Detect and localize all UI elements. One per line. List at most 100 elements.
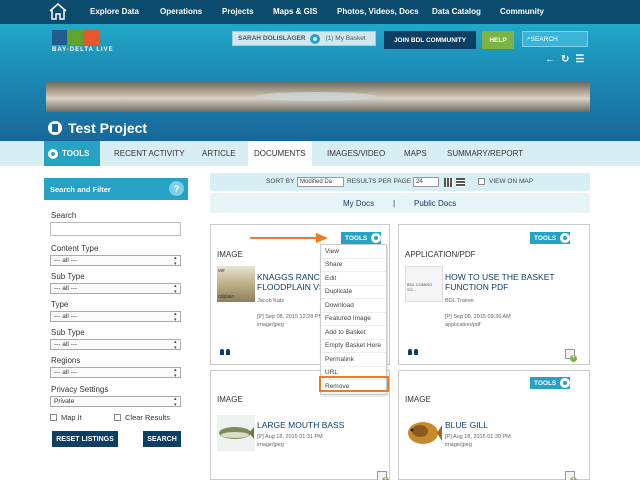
menu-item-edit[interactable]: Edit: [321, 272, 386, 286]
tab-documents[interactable]: DOCUMENTS: [248, 141, 312, 166]
tools-label: TOOLS: [345, 234, 368, 242]
content-type-select[interactable]: --- all ---: [50, 255, 181, 267]
gear-icon: [560, 233, 570, 243]
nav-photos-videos-docs[interactable]: Photos, Videos, Docs: [337, 7, 419, 16]
menu-item-view[interactable]: View: [321, 245, 386, 259]
search-input[interactable]: ⌕ SEARCH: [522, 31, 588, 47]
doc-date: [P] Aug 18, 2015 01:31 PM: [257, 434, 323, 440]
hero-banner: BAY-DELTA LIVE SARAH DOLISLAGER (1) My B…: [0, 24, 640, 141]
filter-search-button[interactable]: SEARCH: [143, 431, 181, 447]
home-icon[interactable]: [48, 2, 68, 21]
thumbnail-image[interactable]: [217, 415, 255, 451]
tab-public-docs[interactable]: Public Docs: [414, 199, 456, 208]
search-filter-header: Search and Filter ?: [44, 178, 188, 200]
menu-item-featured-image[interactable]: Featured Image: [321, 313, 386, 326]
menu-item-empty-basket-here[interactable]: Empty Basket Here: [321, 340, 386, 353]
card-type: IMAGE: [217, 250, 243, 259]
tab-tools-label: TOOLS: [62, 149, 90, 158]
user-name[interactable]: SARAH DOLISLAGER: [238, 35, 306, 42]
logo-text: BAY-DELTA LIVE: [52, 47, 114, 53]
checkbox-box[interactable]: [50, 414, 57, 421]
reset-listings-button[interactable]: RESET LISTINGS: [52, 431, 118, 447]
doc-card[interactable]: APPLICATION/PDF BDL COMING SO... HOW TO …: [398, 224, 590, 365]
map-it-checkbox[interactable]: Map It: [50, 413, 82, 422]
privacy-label: Privacy Settings: [51, 385, 109, 394]
card-type: IMAGE: [405, 395, 431, 404]
card-type: IMAGE: [217, 395, 243, 404]
nav-operations[interactable]: Operations: [160, 7, 202, 16]
refresh-icon[interactable]: ↻: [561, 54, 569, 65]
nav-projects[interactable]: Projects: [222, 7, 254, 16]
join-community-button[interactable]: JOIN BDL COMMUNITY: [384, 31, 476, 49]
nav-maps-gis[interactable]: Maps & GIS: [273, 7, 317, 16]
tab-article[interactable]: ARTICLE: [202, 141, 236, 166]
sub-type-2-label: Sub Type: [51, 328, 85, 337]
user-box: SARAH DOLISLAGER (1) My Basket: [232, 31, 376, 46]
doc-title[interactable]: BLUE GILL: [445, 420, 488, 430]
project-icon: [48, 121, 62, 135]
menu-item-duplicate[interactable]: Duplicate: [321, 286, 386, 299]
tab-summary-report[interactable]: SUMMARY/REPORT: [447, 141, 523, 166]
sort-bar: SORT BY Modified Da RESULTS PER PAGE 24 …: [210, 173, 590, 191]
thumbnail-image[interactable]: ver odplain: [217, 266, 255, 302]
nav-data-catalog[interactable]: Data Catalog: [432, 7, 481, 16]
regions-label: Regions: [51, 356, 81, 365]
people-icon[interactable]: [407, 349, 419, 356]
checkbox-box[interactable]: [114, 414, 121, 421]
gear-icon[interactable]: [309, 33, 320, 44]
tab-my-docs[interactable]: My Docs: [343, 199, 374, 208]
sub-type-select[interactable]: --- all ---: [50, 283, 181, 295]
tab-images-video[interactable]: IMAGES/VIDEO: [327, 141, 385, 166]
clear-results-checkbox[interactable]: Clear Results: [114, 413, 170, 422]
doc-mime: image/jpeg: [257, 442, 284, 448]
clear-results-label: Clear Results: [125, 413, 171, 422]
type-label: Type: [51, 300, 69, 309]
tools-button[interactable]: TOOLS: [530, 377, 570, 389]
banner-photo: [46, 82, 590, 112]
menu-item-permalink[interactable]: Permalink: [321, 353, 386, 367]
add-to-basket-icon[interactable]: [377, 471, 389, 480]
sort-by-select[interactable]: Modified Da: [297, 177, 344, 187]
people-icon[interactable]: [219, 349, 231, 356]
type-select[interactable]: --- all ---: [50, 311, 181, 323]
thumbnail-image[interactable]: BDL COMING SO...: [405, 266, 443, 302]
search-filter-title: Search and Filter: [50, 184, 111, 194]
thumbnail-image[interactable]: [405, 415, 443, 451]
nav-community[interactable]: Community: [500, 7, 544, 16]
tab-tools[interactable]: TOOLS: [44, 141, 100, 166]
menu-item-download[interactable]: Download: [321, 299, 386, 313]
help-button[interactable]: HELP: [482, 31, 514, 49]
checkbox-box[interactable]: [478, 178, 485, 185]
add-to-basket-icon[interactable]: [565, 471, 577, 480]
tools-dropdown-menu: View Share Edit Duplicate Download Featu…: [320, 244, 387, 395]
doc-title[interactable]: LARGE MOUTH BASS: [257, 420, 344, 430]
doc-author: Jacob Katz: [257, 298, 285, 304]
regions-select[interactable]: --- all ---: [50, 367, 181, 379]
bay-delta-live-logo[interactable]: [52, 30, 99, 45]
card-type: APPLICATION/PDF: [405, 250, 476, 259]
tab-recent-activity[interactable]: RECENT ACTIVITY: [114, 141, 185, 166]
basket-link[interactable]: (1) My Basket: [326, 35, 366, 42]
project-title-row: Test Project: [48, 120, 147, 136]
privacy-select[interactable]: Private: [50, 396, 181, 408]
tools-button[interactable]: TOOLS: [530, 232, 570, 244]
list-view-icon[interactable]: [456, 178, 465, 187]
nav-explore-data[interactable]: Explore Data: [90, 7, 139, 16]
doc-date: [P] Sep 08, 2015 09:36 AM: [445, 314, 511, 320]
grid-view-icon[interactable]: [444, 178, 453, 187]
sub-type-label: Sub Type: [51, 272, 85, 281]
menu-item-add-to-basket[interactable]: Add to Basket: [321, 326, 386, 340]
tab-maps[interactable]: MAPS: [404, 141, 427, 166]
doc-title[interactable]: HOW TO USE THE BASKET FUNCTION PDF: [445, 272, 555, 292]
sub-type-2-select[interactable]: --- all ---: [50, 339, 181, 351]
view-on-map-checkbox[interactable]: VIEW ON MAP: [478, 178, 533, 185]
arrow-left-icon[interactable]: ←: [545, 54, 555, 65]
help-question-icon[interactable]: ?: [169, 181, 184, 196]
menu-item-share[interactable]: Share: [321, 259, 386, 272]
add-to-basket-icon[interactable]: [565, 349, 577, 362]
menu-icon[interactable]: ☰: [575, 54, 584, 65]
doc-card[interactable]: IMAGE BLUE GILL [P] Aug 18, 2015 01:30 P…: [398, 370, 590, 480]
per-page-select[interactable]: 24: [413, 177, 439, 187]
filter-search-input[interactable]: [50, 222, 181, 236]
tools-button[interactable]: TOOLS: [341, 232, 381, 244]
